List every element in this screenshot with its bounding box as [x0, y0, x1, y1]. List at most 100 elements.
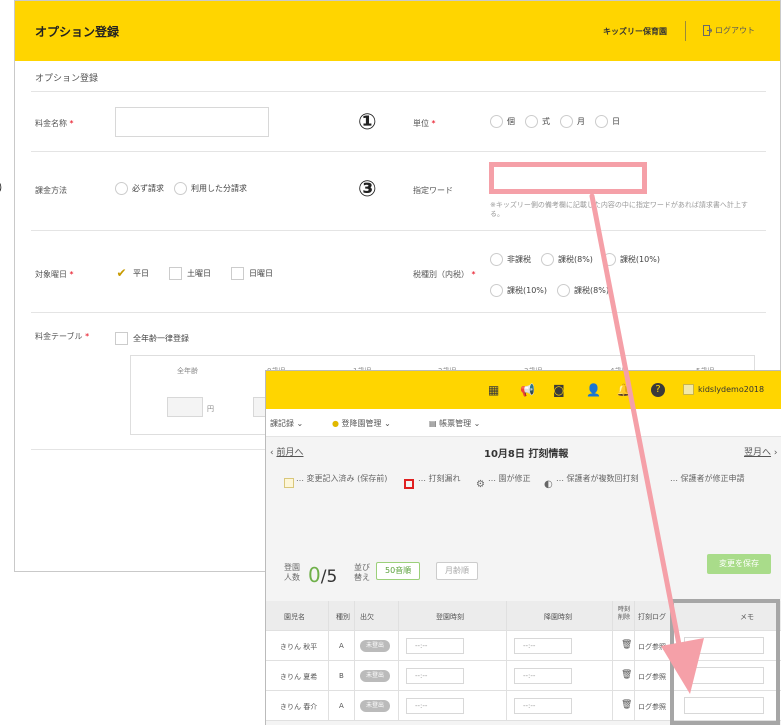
sort-kana-button[interactable]: 50音順 [376, 562, 421, 580]
save-changes-button[interactable]: 変更を保存 [707, 554, 771, 574]
unit-radio-group: 個 式 月 日 [490, 115, 630, 128]
next-month-link[interactable]: 翌月へ › [744, 445, 777, 458]
unit-option-piece[interactable]: 個 [490, 115, 515, 128]
weekday-option-sunday[interactable]: 日曜日 [231, 267, 273, 280]
app-top-bar: ▦ 📢 ◙ 👤 🔔 ? kidslydemo2018 [266, 371, 781, 409]
fee-name-input[interactable] [115, 107, 269, 137]
bell-icon[interactable]: 🔔 [616, 383, 631, 397]
user-name[interactable]: kidslydemo2018 [698, 385, 764, 394]
checkin-time-input[interactable]: --:-- [406, 698, 464, 714]
menu-attendance[interactable]: ● 登降園管理 ⌄ [332, 418, 391, 429]
megaphone-icon[interactable]: 📢 [520, 383, 535, 397]
keyword-note: ※キッズリー側の備考欄に記載した内容の中に指定ワードがあれば請求書へ計上する。 [490, 201, 748, 218]
unit-label: 単位 * [413, 119, 436, 128]
col-type: 種別 [336, 613, 350, 621]
camera-icon[interactable]: ◙ [553, 383, 565, 397]
tax-option-8[interactable]: 課税(8%) [541, 253, 593, 266]
calendar-icon[interactable]: ▦ [488, 383, 499, 397]
legend-parent-edit: … 保護者が修正申請 [670, 474, 745, 483]
billing-option-usage[interactable]: 利用した分請求 [174, 182, 247, 195]
billing-option-always[interactable]: 必ず請求 [115, 182, 164, 195]
status-badge[interactable]: 未登出 [360, 700, 390, 712]
checkout-time-input[interactable]: --:-- [514, 698, 572, 714]
page-title: オプション登録 [35, 25, 120, 39]
tax-option-8-b[interactable]: 課税(8%) [557, 284, 609, 297]
log-link[interactable]: ログ参照 [638, 702, 666, 712]
age-header: 全年齢 [177, 367, 198, 375]
weekday-option-weekday[interactable]: ✔ 平日 [115, 267, 149, 280]
divider [31, 91, 766, 92]
help-icon[interactable]: ? [651, 383, 665, 397]
logout-link[interactable]: ログアウト [703, 25, 755, 36]
logout-label: ログアウト [715, 26, 755, 35]
checkin-time-input[interactable]: --:-- [406, 638, 464, 654]
tax-option-10-b[interactable]: 課税(10%) [490, 284, 547, 297]
logout-icon [703, 25, 712, 36]
keyword-input[interactable] [489, 162, 647, 194]
billing-method-label: 課金方法 [35, 186, 67, 195]
menu-records[interactable]: 課記録 ⌄ [270, 418, 303, 429]
prev-month-link[interactable]: ‹ 前月へ [270, 445, 303, 458]
trash-icon[interactable]: 🗑 [621, 700, 632, 710]
unit-option-month[interactable]: 月 [560, 115, 585, 128]
attendance-count: 0/5 [308, 563, 338, 587]
annotation-marker-1: ① [358, 110, 377, 135]
column-divider [328, 601, 329, 721]
header-bar: オプション登録 キッズリー保育園 ログアウト [15, 1, 780, 61]
child-type: B [339, 672, 344, 680]
status-badge[interactable]: 未登出 [360, 640, 390, 652]
fee-name-label: 料金名称 * [35, 119, 74, 128]
attendance-title: 10月8日 打刻情報 [484, 449, 569, 460]
weekday-checkbox-group: ✔ 平日 土曜日 日曜日 [115, 267, 283, 280]
log-link[interactable]: ログ参照 [638, 672, 666, 682]
divider [31, 151, 766, 152]
tax-radio-group-row1: 非課税 課税(8%) 課税(10%) [490, 253, 670, 266]
org-name: キッズリー保育園 [603, 27, 667, 36]
tax-option-10[interactable]: 課税(10%) [602, 253, 660, 266]
app-menu: 課記録 ⌄ ● 登降園管理 ⌄ ▤ 帳票管理 ⌄ [266, 409, 781, 437]
divider [31, 312, 766, 313]
menu-reports[interactable]: ▤ 帳票管理 ⌄ [429, 418, 480, 429]
section-title: オプション登録 [35, 74, 99, 84]
trash-icon[interactable]: 🗑 [621, 670, 632, 680]
checkout-time-input[interactable]: --:-- [514, 638, 572, 654]
memo-column-highlight [670, 599, 780, 725]
checkout-time-input[interactable]: --:-- [514, 668, 572, 684]
tax-radio-group-row2: 課税(10%) 課税(8%) [490, 284, 619, 297]
col-delete: 時刻削除 [618, 606, 631, 621]
header-divider [685, 21, 686, 41]
status-badge[interactable]: 未登出 [360, 670, 390, 682]
all-ages-checkbox[interactable]: 全年齢一律登録 [115, 332, 189, 345]
col-name: 園児名 [284, 613, 305, 621]
child-name: きりん 秋平 [280, 643, 318, 651]
legend-unsaved-swatch [284, 478, 294, 488]
child-type: A [339, 702, 344, 710]
col-checkin: 登園時刻 [436, 613, 464, 621]
checkin-time-input[interactable]: --:-- [406, 668, 464, 684]
divider [31, 230, 766, 231]
sort-age-button[interactable]: 月齢順 [436, 562, 478, 580]
tax-option-exempt[interactable]: 非課税 [490, 253, 531, 266]
school-edit-icon: ⚙ [476, 479, 485, 490]
col-checkout: 降園時刻 [544, 613, 572, 621]
report-icon: ▤ [429, 419, 437, 428]
unit-option-set[interactable]: 式 [525, 115, 550, 128]
log-link[interactable]: ログ参照 [638, 642, 666, 652]
child-type: A [339, 642, 344, 650]
weekday-option-saturday[interactable]: 土曜日 [169, 267, 211, 280]
person-icon[interactable]: 👤 [586, 383, 601, 397]
legend-missing: … 打刻漏れ [418, 474, 461, 483]
col-status: 出欠 [360, 613, 374, 621]
legend-unsaved: … 変更記入済み (保存前) [296, 474, 388, 483]
sort-label: 並び替え [354, 563, 370, 582]
annotation-marker-2: ② [0, 176, 3, 201]
check-icon: ✔ [116, 266, 127, 280]
trash-icon[interactable]: 🗑 [621, 640, 632, 650]
all-ages-fee-input[interactable] [167, 397, 203, 417]
unit-option-day[interactable]: 日 [595, 115, 620, 128]
billing-radio-group: 必ず請求 利用した分請求 [115, 182, 257, 195]
annotation-marker-3: ③ [358, 177, 377, 202]
attendance-icon: ● [332, 419, 339, 428]
child-name: きりん 春介 [280, 703, 318, 711]
legend-missing-swatch [404, 479, 414, 489]
